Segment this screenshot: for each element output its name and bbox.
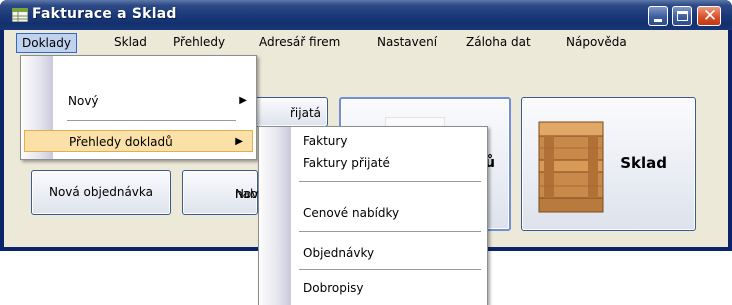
nova-objednavka-button[interactable]: Nová objednávka bbox=[31, 170, 171, 215]
menu-nastaveni[interactable]: Nastavení bbox=[372, 33, 442, 53]
triangle-right-icon: ▶ bbox=[235, 136, 243, 147]
submenu-item-dobropisy-label: Dobropisy bbox=[303, 281, 364, 295]
menu-napoveda[interactable]: Nápověda bbox=[561, 33, 632, 53]
faktury-prijate-label: řijatá bbox=[289, 106, 321, 120]
window-title: Fakturace a Sklad bbox=[32, 6, 177, 22]
menu-item-novy[interactable]: Nový ▶ bbox=[21, 90, 256, 112]
submenu-item-objednavky-label: Objednávky bbox=[303, 246, 375, 260]
nova-nabidka-button[interactable]: Nová c nabí bbox=[182, 170, 276, 215]
sklad-label: Sklad bbox=[620, 154, 667, 172]
doklady-dropdown: Nový ▶ Přehledy dokladů ▶ bbox=[20, 55, 257, 160]
title-bar[interactable]: Fakturace a Sklad ✕ bbox=[0, 0, 732, 30]
close-icon: ✕ bbox=[702, 6, 718, 26]
submenu-item-dobropisy[interactable]: Dobropisy bbox=[259, 277, 487, 299]
submenu-item-objednavky[interactable]: Objednávky bbox=[259, 242, 487, 264]
menu-item-prehledy-dokladu-label: Přehledy dokladů bbox=[69, 135, 173, 149]
sklad-button[interactable]: Sklad bbox=[521, 97, 696, 231]
table-icon bbox=[12, 8, 28, 22]
triangle-right-icon: ▶ bbox=[239, 95, 247, 106]
prehledy-dokladu-submenu: Faktury Faktury přijaté Cenové nabídky O… bbox=[258, 126, 488, 305]
menu-item-novy-label: Nový bbox=[68, 94, 99, 108]
menu-separator bbox=[299, 269, 481, 270]
menu-prehledy[interactable]: Přehledy bbox=[168, 33, 230, 53]
menu-bar: Doklady Sklad Přehledy Adresář firem Nas… bbox=[4, 30, 728, 55]
submenu-item-faktury-label: Faktury bbox=[303, 134, 348, 148]
maximize-button[interactable] bbox=[672, 6, 692, 26]
faktury-prijate-button[interactable]: řijatá bbox=[250, 97, 328, 127]
wooden-crate-icon bbox=[538, 121, 604, 213]
menu-separator bbox=[67, 120, 236, 121]
minimize-icon bbox=[654, 19, 662, 22]
submenu-item-cenove-nabidky-label: Cenové nabídky bbox=[303, 206, 400, 220]
minimize-button[interactable] bbox=[648, 6, 668, 26]
submenu-item-faktury-prijate-label: Faktury přijaté bbox=[303, 156, 390, 170]
maximize-icon bbox=[677, 11, 688, 21]
menu-separator bbox=[299, 181, 481, 182]
menu-zaloha-dat[interactable]: Záloha dat bbox=[461, 33, 536, 53]
submenu-item-faktury-prijate[interactable]: Faktury přijaté bbox=[259, 152, 487, 174]
menu-sklad[interactable]: Sklad bbox=[109, 33, 152, 53]
submenu-item-cenove-nabidky[interactable]: Cenové nabídky bbox=[259, 202, 487, 224]
menu-separator bbox=[299, 231, 481, 232]
menu-doklady[interactable]: Doklady bbox=[16, 33, 77, 53]
submenu-item-faktury[interactable]: Faktury bbox=[259, 130, 487, 152]
menu-adresar-firem[interactable]: Adresář firem bbox=[254, 33, 345, 53]
menu-item-prehledy-dokladu[interactable]: Přehledy dokladů ▶ bbox=[24, 130, 253, 152]
close-button[interactable]: ✕ bbox=[697, 6, 721, 26]
